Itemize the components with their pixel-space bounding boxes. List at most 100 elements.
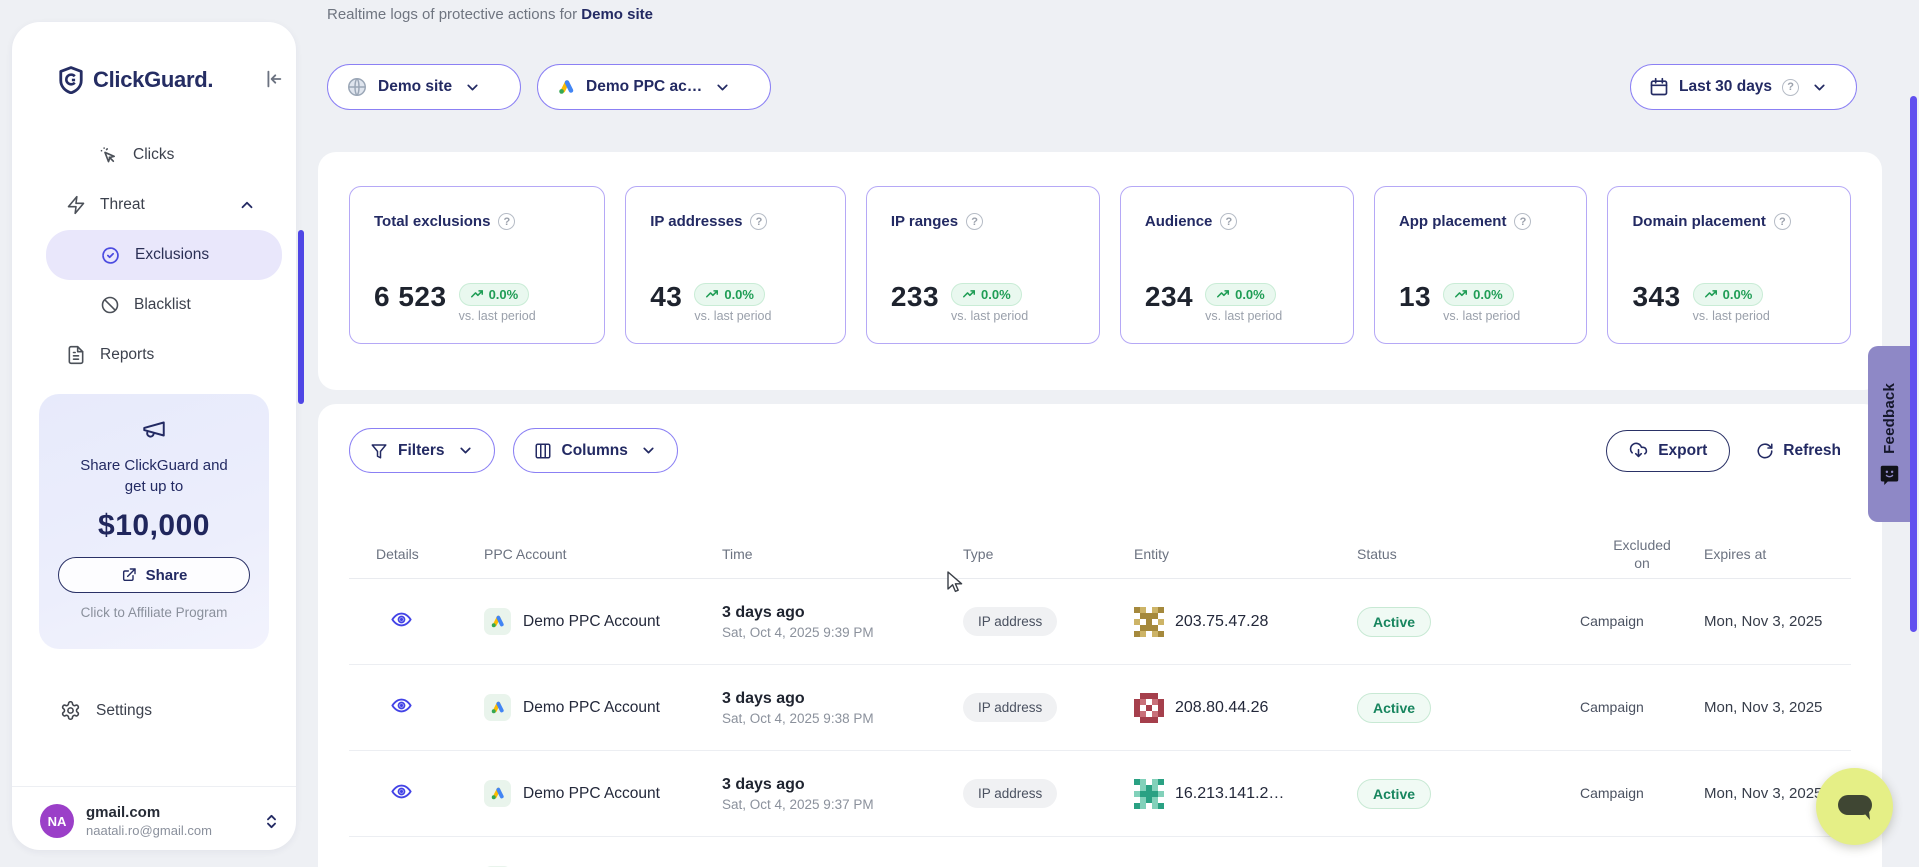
sidebar-collapse-icon[interactable] <box>262 68 284 90</box>
refresh-label: Refresh <box>1783 442 1841 460</box>
refresh-button[interactable]: Refresh <box>1756 442 1851 460</box>
expires-at-value: Mon, Nov 3, 2025 <box>1704 785 1822 802</box>
sidebar-item-settings[interactable]: Settings <box>60 700 152 721</box>
megaphone-icon <box>141 416 167 442</box>
sidebar-item-reports[interactable]: Reports <box>12 330 296 380</box>
chat-bubble-icon <box>1836 790 1874 824</box>
col-header-type[interactable]: Type <box>963 545 1134 563</box>
affiliate-promo-card[interactable]: Share ClickGuard and get up to $10,000 S… <box>39 394 269 649</box>
trend-up-icon <box>705 288 719 302</box>
stat-card-5: Domain placement ? 343 0.0% vs. last per… <box>1607 186 1851 344</box>
stat-change-value: 0.0% <box>1723 287 1753 302</box>
columns-label: Columns <box>562 442 628 460</box>
col-header-status[interactable]: Status <box>1357 545 1580 563</box>
columns-icon <box>534 442 552 460</box>
trend-up-icon <box>1704 288 1718 302</box>
stat-card-title: IP ranges <box>891 213 958 230</box>
stat-card-3: Audience ? 234 0.0% vs. last period <box>1120 186 1354 344</box>
col-header-expires-at[interactable]: Expires at <box>1704 545 1853 563</box>
affiliate-link-text[interactable]: Click to Affiliate Program <box>39 605 269 620</box>
trend-up-icon <box>1454 288 1468 302</box>
help-icon[interactable]: ? <box>498 213 515 230</box>
excluded-on-value: Campaign <box>1580 699 1644 715</box>
sidebar-item-blacklist[interactable]: Blacklist <box>12 280 296 330</box>
entity-value: 208.80.44.26 <box>1175 699 1268 717</box>
col-header-time[interactable]: Time <box>722 545 963 563</box>
table-row-0[interactable]: Demo PPC Account 3 days ago Sat, Oct 4, … <box>349 579 1851 665</box>
chevron-down-icon <box>457 442 474 459</box>
stat-card-value: 343 <box>1632 283 1680 323</box>
col-header-ppc-account[interactable]: PPC Account <box>484 545 722 563</box>
trend-badge: 0.0% <box>694 283 765 306</box>
help-icon[interactable]: ? <box>1774 213 1791 230</box>
document-icon <box>66 345 86 365</box>
col-header-excluded-on[interactable]: Excluded on <box>1580 536 1704 572</box>
funnel-icon <box>370 442 388 460</box>
filters-label: Filters <box>398 442 445 460</box>
page-subtitle: Realtime logs of protective actions for … <box>327 6 653 23</box>
site-selector-value: Demo site <box>378 78 452 96</box>
user-email: naatali.ro@gmail.com <box>86 823 212 838</box>
filters-dropdown[interactable]: Filters <box>349 428 495 473</box>
sidebar-item-label: Reports <box>100 346 154 364</box>
help-icon[interactable]: ? <box>750 213 767 230</box>
site-selector-dropdown[interactable]: Demo site <box>327 64 521 110</box>
brand-logo: ClickGuard. <box>58 66 276 94</box>
sidebar-item-exclusions[interactable]: Exclusions <box>46 230 282 280</box>
stat-card-title: IP addresses <box>650 213 742 230</box>
globe-icon <box>346 76 368 98</box>
stat-compare-label: vs. last period <box>1693 309 1770 323</box>
brand-name: ClickGuard. <box>93 67 213 93</box>
export-label: Export <box>1658 442 1707 460</box>
trend-badge: 0.0% <box>459 283 530 306</box>
stat-card-value: 234 <box>1145 283 1193 323</box>
view-details-eye-icon[interactable] <box>376 780 413 803</box>
account-switcher[interactable]: NA gmail.com naatali.ro@gmail.com <box>40 804 280 838</box>
help-icon[interactable]: ? <box>1220 213 1237 230</box>
expires-at-value: Mon, Nov 3, 2025 <box>1704 613 1822 630</box>
chevron-up-icon <box>238 196 256 214</box>
entity-identicon <box>1134 607 1164 637</box>
sidebar-divider <box>12 786 296 787</box>
help-icon[interactable]: ? <box>966 213 983 230</box>
refresh-icon <box>1756 442 1774 460</box>
table-row-2[interactable]: Demo PPC Account 3 days ago Sat, Oct 4, … <box>349 751 1851 837</box>
external-link-icon <box>121 567 137 583</box>
ppc-account-selector-dropdown[interactable]: Demo PPC ac… <box>537 64 771 110</box>
status-badge: Active <box>1357 693 1431 723</box>
sidebar-item-threat[interactable]: Threat <box>12 180 296 230</box>
col-header-details[interactable]: Details <box>376 545 484 563</box>
share-button[interactable]: Share <box>58 557 250 593</box>
columns-dropdown[interactable]: Columns <box>513 428 678 473</box>
help-icon: ? <box>1782 79 1799 96</box>
sidebar-item-label: Exclusions <box>135 246 209 264</box>
promo-amount: $10,000 <box>39 509 269 543</box>
export-button[interactable]: Export <box>1606 430 1730 472</box>
page-scrollbar-thumb[interactable] <box>1910 96 1917 632</box>
sidebar-scrollbar-thumb[interactable] <box>298 230 304 404</box>
table-row-3[interactable]: 3 days ago <box>349 837 1851 867</box>
expires-at-value: Mon, Nov 3, 2025 <box>1704 699 1822 716</box>
view-details-eye-icon[interactable] <box>376 608 413 631</box>
chat-launcher-button[interactable] <box>1816 768 1893 845</box>
table-row-1[interactable]: Demo PPC Account 3 days ago Sat, Oct 4, … <box>349 665 1851 751</box>
trend-up-icon <box>1216 288 1230 302</box>
stat-card-title: Audience <box>1145 213 1213 230</box>
stat-change-value: 0.0% <box>981 287 1011 302</box>
type-badge: IP address <box>963 607 1057 636</box>
time-relative: 3 days ago <box>722 604 963 622</box>
col-header-entity[interactable]: Entity <box>1134 545 1357 563</box>
help-icon[interactable]: ? <box>1514 213 1531 230</box>
clickguard-shield-icon <box>58 66 84 94</box>
feedback-tab[interactable]: Feedback <box>1868 346 1910 522</box>
entity-value: 16.213.141.2… <box>1175 785 1284 803</box>
view-details-eye-icon[interactable] <box>376 694 413 717</box>
sidebar-item-clicks[interactable]: Clicks <box>12 130 296 180</box>
stat-compare-label: vs. last period <box>694 309 771 323</box>
sidebar-item-label: Clicks <box>133 146 174 164</box>
time-absolute: Sat, Oct 4, 2025 9:38 PM <box>722 711 963 726</box>
date-range-dropdown[interactable]: Last 30 days ? <box>1630 64 1857 110</box>
stat-compare-label: vs. last period <box>1205 309 1282 323</box>
trend-up-icon <box>962 288 976 302</box>
google-ads-icon <box>484 780 511 807</box>
